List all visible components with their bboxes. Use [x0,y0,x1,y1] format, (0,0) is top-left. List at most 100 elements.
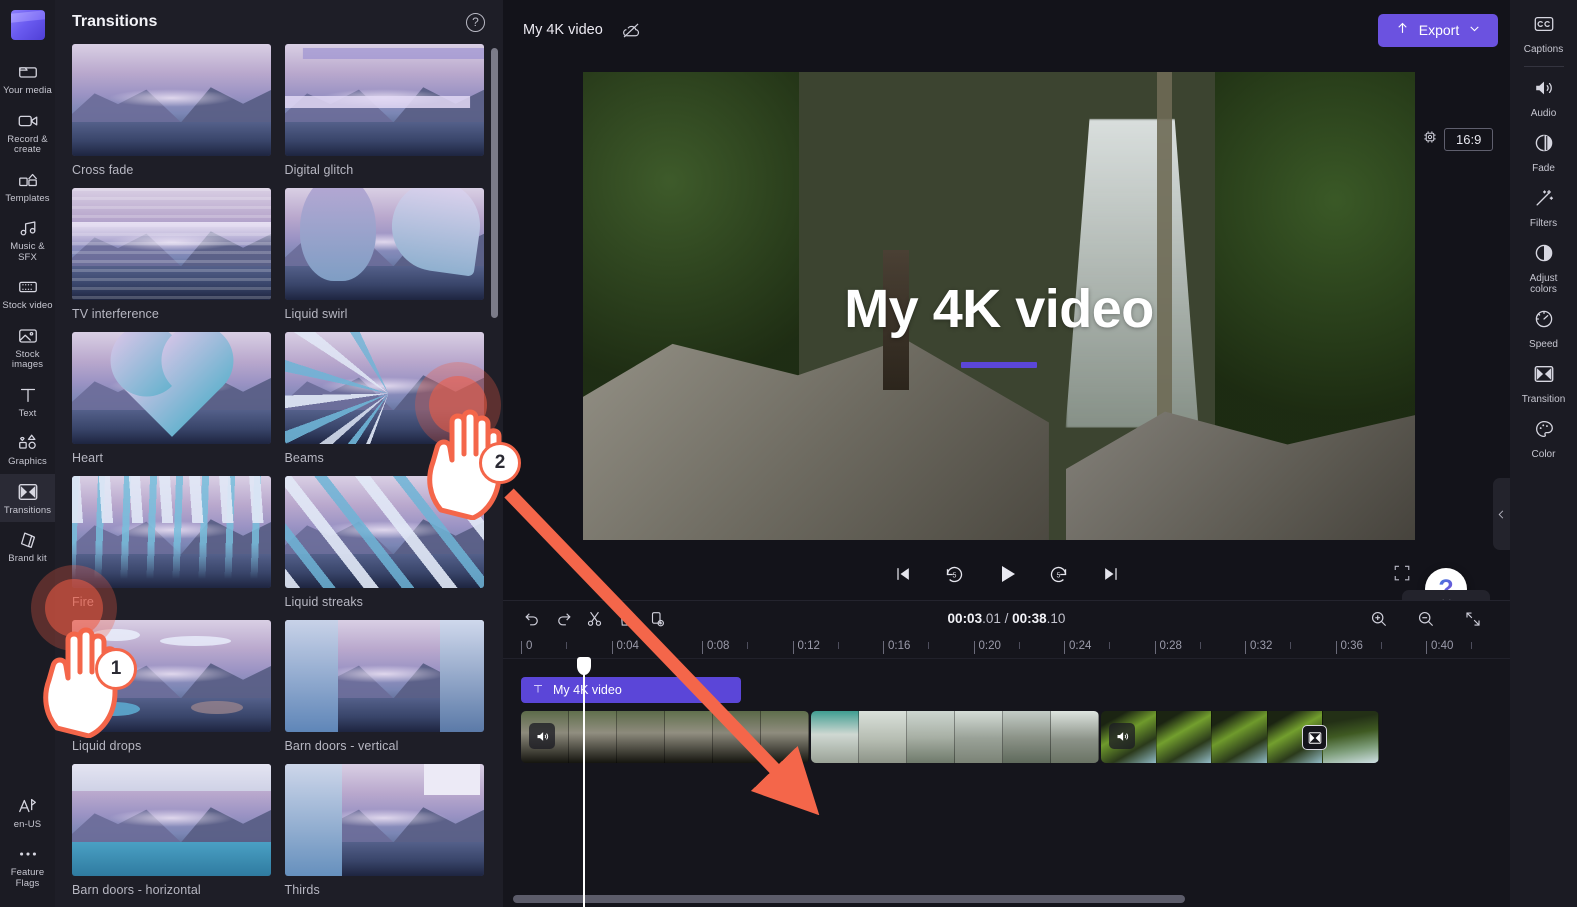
transition-item-cross-fade[interactable]: Cross fade [72,44,273,177]
transition-label: Digital glitch [284,163,354,177]
undo-icon[interactable] [517,606,548,632]
right-panel-item-fade[interactable]: Fade [1510,125,1577,180]
skip-start-icon[interactable] [890,561,916,587]
video-camera-icon [16,110,40,132]
right-panel-item-speed[interactable]: Speed [1510,301,1577,356]
right-panel-item-color[interactable]: Color [1510,411,1577,466]
right-panel-item-label: Transition [1521,394,1566,405]
video-preview[interactable]: My 4K video [583,72,1415,540]
speaker-icon [1533,77,1555,104]
skip-end-icon[interactable] [1098,561,1124,587]
sidebar-item-stock-images[interactable]: Stock images [0,318,55,377]
scissors-icon[interactable] [579,606,610,632]
film-strip-icon [16,276,40,298]
right-panel-item-label: Audio [1530,108,1557,119]
ruler-tick: 0:28 [1154,640,1182,654]
aspect-settings-icon[interactable] [1421,128,1439,151]
transition-item-beams[interactable]: Beams [284,332,486,465]
right-panel-item-label: Adjust colors [1529,273,1558,295]
transition-item-tv-interference[interactable]: TV interference [72,188,273,321]
sidebar-item-record-create[interactable]: Record & create [0,103,55,162]
fit-icon[interactable] [1457,606,1488,632]
language-icon [16,795,40,817]
brand-kit-icon [16,529,40,551]
clip-audio-icon[interactable] [529,723,555,749]
time-separator: / [1000,611,1013,626]
aspect-ratio-value[interactable]: 16:9 [1444,128,1494,151]
panel-scrollbar[interactable] [491,48,498,318]
sidebar-item-text[interactable]: Text [0,377,55,426]
right-panel-item-transition[interactable]: Transition [1510,356,1577,411]
ruler-tick: 0:20 [973,640,1001,654]
sidebar-item-brand-kit[interactable]: Brand kit [0,522,55,571]
right-panel-item-adjust-colors[interactable]: Adjust colors [1510,235,1577,301]
divider [1523,66,1564,67]
panel-title: Transitions [72,13,158,30]
sidebar-item-music-sfx[interactable]: Music & SFX [0,210,55,269]
sidebar-item-transitions[interactable]: Transitions [0,473,55,522]
sidebar-item-label: Music & SFX [10,241,45,263]
timeline-ruler[interactable]: 0 0:04 0:08 0:12 0:16 0:20 0:24 0:28 0:32 0:36 0:4… [503,636,1510,659]
transition-item-thirds[interactable]: Thirds [284,764,486,897]
sidebar-item-your-media[interactable]: Your media [0,54,55,103]
timeline-transition-badge[interactable] [1302,725,1327,750]
ruler-tick: 0:36 [1335,640,1363,654]
video-clip-waterfall[interactable] [521,711,809,763]
right-panel-item-captions[interactable]: Captions [1510,6,1577,61]
zoom-in-icon[interactable] [1363,606,1394,632]
timeline-playhead[interactable] [577,657,591,907]
transition-item-heart[interactable]: Heart [72,332,273,465]
right-panel-item-label: Filters [1529,218,1558,229]
transition-item-liquid-swirl[interactable]: Liquid swirl [284,188,486,321]
timeline-horizontal-scrollbar[interactable] [513,895,1185,903]
collapse-right-panel-button[interactable] [1493,478,1510,550]
forward-5-icon[interactable]: 5 [1046,561,1072,587]
sidebar-item-graphics[interactable]: Graphics [0,425,55,474]
transition-item-barn-doors-horizontal[interactable]: Barn doors - horizontal [72,764,273,897]
help-circle-icon[interactable]: ? [466,12,485,32]
transition-thumbnail [284,764,484,876]
project-name[interactable]: My 4K video [523,22,603,38]
transition-label: TV interference [72,307,159,321]
ruler-tick: 0:24 [1064,640,1091,654]
sidebar-item-stock-video[interactable]: Stock video [0,269,55,318]
right-panel-item-filters[interactable]: Filters [1510,180,1577,235]
video-clip-moss[interactable] [1101,711,1379,763]
clipchamp-logo[interactable] [10,10,45,40]
sidebar-item-templates[interactable]: Templates [0,162,55,211]
transition-label: Cross fade [72,163,134,177]
trash-icon[interactable] [610,606,641,632]
transition-item-fire[interactable]: Fire [72,476,273,609]
aspect-ratio-control: 16:9 [1421,128,1494,151]
zoom-out-icon[interactable] [1410,606,1441,632]
transition-item-liquid-drops[interactable]: Liquid drops [72,620,273,753]
ruler-tick: 0:12 [792,640,820,654]
video-clip-aerial[interactable] [811,711,1099,763]
clip-audio-icon[interactable] [1109,723,1135,749]
sidebar-item-en-us[interactable]: en-US [0,788,55,837]
ruler-tick: 0:08 [702,640,729,654]
redo-icon[interactable] [548,606,579,632]
transition-thumbnail [284,476,484,588]
timeline-tracks: My 4K video [503,657,1510,907]
fullscreen-icon[interactable] [1390,561,1414,585]
palette-icon [1533,418,1555,445]
sidebar-item-feature-flags[interactable]: Feature Flags [0,836,55,895]
text-clip-my-4k-video[interactable]: My 4K video [521,677,741,703]
transition-item-barn-doors-vertical[interactable]: Barn doors - vertical [284,620,486,753]
upload-icon [1395,21,1410,39]
duplicate-icon[interactable] [641,606,672,632]
right-panel-item-audio[interactable]: Audio [1510,70,1577,125]
play-icon[interactable] [994,561,1020,587]
transition-item-digital-glitch[interactable]: Digital glitch [284,44,486,177]
cloud-off-icon[interactable] [621,19,643,41]
main-area: My 4K video Export My 4K video 16:9 ? 5 … [503,0,1510,907]
ruler-tick: 0:04 [611,640,639,654]
transition-thumbnail [72,476,271,588]
export-button[interactable]: Export [1378,13,1498,47]
transition-label: Liquid swirl [284,307,348,321]
transition-item-liquid-streaks[interactable]: Liquid streaks [284,476,486,609]
rewind-5-icon[interactable]: 5 [942,561,968,587]
transition-thumbnail [284,620,484,732]
timeline: 00:03.01 / 00:38.10 0 0:04 0:08 0:12 0:1… [503,600,1510,907]
